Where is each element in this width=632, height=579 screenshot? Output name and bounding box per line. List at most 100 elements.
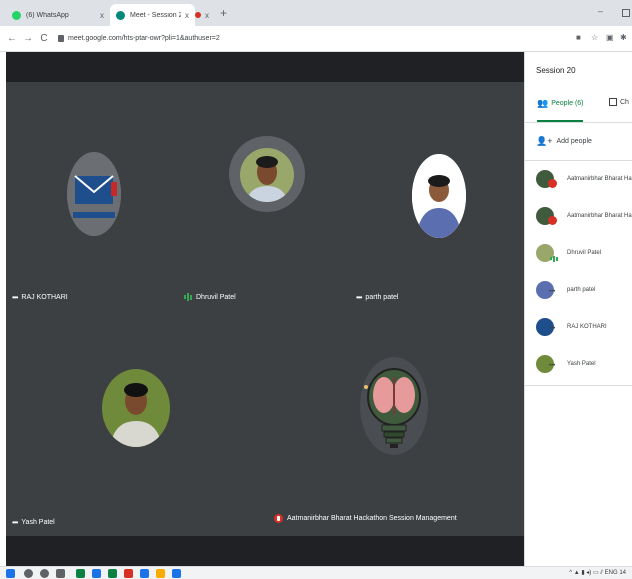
- tab-people[interactable]: 👥 People (6): [537, 98, 584, 109]
- system-tray[interactable]: ^ ▲ ▮ ◂) ▭ ⫽ ENG 14: [569, 569, 626, 577]
- tab-chat-label: Ch: [620, 98, 629, 106]
- tab-recording[interactable]: x: [195, 8, 221, 22]
- participant-name-label: Dhruvil Patel: [184, 293, 236, 301]
- participant-name-label: Aatmanirbhar Bharat Hackathon Session Ma…: [274, 514, 457, 523]
- file-explorer-icon[interactable]: [156, 569, 165, 578]
- tab-meet[interactable]: Meet - Session 20 x: [110, 4, 195, 26]
- avatar: [67, 152, 121, 236]
- avatar: •••: [536, 318, 555, 336]
- url-text: meet.google.com/hts-ptar-owr?pli=1&authu…: [68, 35, 220, 42]
- close-tab-icon[interactable]: x: [185, 11, 189, 20]
- add-person-icon: 👤+: [536, 136, 553, 146]
- app-icon[interactable]: [76, 569, 85, 578]
- language-indicator: ENG 14: [604, 570, 626, 576]
- participant-tile[interactable]: ••• RAJ KOTHARI: [6, 82, 178, 309]
- puzzle-extension-icon[interactable]: ✱: [620, 33, 627, 42]
- participant-name-label: ••• RAJ KOTHARI: [12, 293, 68, 302]
- tray-icons: ^ ▲ ▮ ◂) ▭ ⫽: [569, 570, 605, 576]
- tab-chat[interactable]: Ch: [609, 98, 629, 106]
- speaking-indicator-icon: [184, 293, 192, 301]
- participant-list-item[interactable]: ••• RAJ KOTHARI: [536, 312, 632, 342]
- chat-icon: [609, 98, 617, 106]
- avatar: •••: [536, 355, 555, 373]
- tab-whatsapp[interactable]: (6) WhatsApp x: [6, 4, 110, 26]
- participant-name: parth patel: [567, 287, 596, 293]
- participant-list-item[interactable]: ••• parth patel: [536, 275, 632, 305]
- avatar: [536, 207, 557, 225]
- participant-list-item[interactable]: Aatmanirbhar Bharat Ha: [536, 201, 632, 231]
- forward-button[interactable]: →: [20, 33, 36, 44]
- avatar: [412, 154, 466, 238]
- stage-bottom-bar: [6, 536, 524, 566]
- avatar: [102, 369, 170, 447]
- meeting-title: Session 20: [536, 66, 576, 75]
- avatar: [536, 170, 557, 188]
- participant-name: Yash Patel: [567, 361, 596, 367]
- cortana-icon[interactable]: [40, 569, 49, 578]
- reload-button[interactable]: C: [36, 33, 52, 44]
- participant-tile[interactable]: Dhruvil Patel: [178, 82, 350, 309]
- participant-name: parth patel: [365, 294, 399, 301]
- participant-list-item[interactable]: Aatmanirbhar Bharat Ha: [536, 164, 632, 194]
- app-icon[interactable]: [124, 569, 133, 578]
- avatar: [536, 244, 558, 262]
- app-icon[interactable]: [140, 569, 149, 578]
- bookmark-star-icon[interactable]: ☆: [591, 33, 598, 42]
- profile-photo-icon: [240, 148, 294, 202]
- url-field[interactable]: meet.google.com/hts-ptar-owr?pli=1&authu…: [58, 35, 220, 42]
- meeting-stage: ••• RAJ KOTHARI Dhruvil Patel ••• parth …: [6, 52, 524, 566]
- tab-label: (6) WhatsApp: [26, 11, 69, 19]
- envelope-logo-icon: [67, 152, 121, 236]
- add-people-label: Add people: [556, 138, 592, 145]
- participant-name: Dhruvil Patel: [567, 250, 602, 256]
- participant-name: Yash Patel: [21, 519, 55, 526]
- participant-tile[interactable]: ••• Yash Patel: [6, 309, 264, 536]
- participant-name: RAJ KOTHARI: [567, 324, 607, 330]
- stage-top-bar: [6, 52, 524, 82]
- more-dots-icon: •••: [549, 363, 556, 369]
- participant-name: Aatmanirbhar Bharat Ha: [567, 176, 632, 182]
- people-panel: Session 20 👥 People (6) Ch 👤+ Add people…: [524, 52, 632, 566]
- participant-name: Aatmanirbhar Bharat Ha: [567, 213, 632, 219]
- address-bar-row: ← → C meet.google.com/hts-ptar-owr?pli=1…: [0, 26, 632, 52]
- camera-permission-icon[interactable]: ■: [576, 33, 581, 42]
- participant-list-item[interactable]: Dhruvil Patel: [536, 238, 632, 268]
- whatsapp-icon: [12, 10, 21, 20]
- lock-icon: [58, 35, 64, 42]
- mic-off-icon: [274, 514, 283, 523]
- app-icon[interactable]: [108, 569, 117, 578]
- chrome-icon[interactable]: [92, 569, 101, 578]
- maximize-button[interactable]: [622, 9, 630, 17]
- participant-name: Aatmanirbhar Bharat Hackathon Session Ma…: [287, 515, 457, 522]
- close-tab-icon[interactable]: x: [205, 11, 209, 20]
- back-button[interactable]: ←: [4, 33, 20, 44]
- participant-name-label: ••• Yash Patel: [12, 518, 55, 527]
- participant-tile[interactable]: Aatmanirbhar Bharat Hackathon Session Ma…: [264, 309, 524, 536]
- divider: [525, 122, 632, 123]
- minimize-button[interactable]: –: [598, 6, 603, 16]
- tab-label: Meet - Session 20: [130, 11, 181, 19]
- os-taskbar: ^ ▲ ▮ ◂) ▭ ⫽ ENG 14: [0, 566, 632, 579]
- new-tab-button[interactable]: +: [220, 6, 227, 20]
- profile-photo-icon: [412, 154, 466, 238]
- task-view-icon[interactable]: [56, 569, 65, 578]
- avatar: [362, 365, 426, 453]
- app-icon[interactable]: [172, 569, 181, 578]
- add-people-button[interactable]: 👤+ Add people: [536, 136, 592, 147]
- browser-tab-bar: (6) WhatsApp x Meet - Session 20 x x + –: [0, 0, 632, 26]
- start-menu-icon[interactable]: [6, 569, 15, 578]
- divider: [525, 385, 632, 386]
- recording-icon: [195, 12, 201, 18]
- speaking-indicator-icon: [550, 254, 558, 263]
- divider: [525, 160, 632, 161]
- mic-off-icon: [548, 216, 557, 225]
- participant-tile[interactable]: ••• parth patel: [350, 82, 524, 309]
- avatar: •••: [536, 281, 555, 299]
- more-dots-icon: •••: [356, 293, 362, 302]
- search-icon[interactable]: [24, 569, 33, 578]
- extension-icon[interactable]: ▣: [606, 33, 614, 42]
- close-tab-icon[interactable]: x: [100, 11, 104, 20]
- participant-list-item[interactable]: ••• Yash Patel: [536, 349, 632, 379]
- participant-name: Dhruvil Patel: [196, 293, 236, 301]
- profile-photo-icon: [102, 369, 170, 447]
